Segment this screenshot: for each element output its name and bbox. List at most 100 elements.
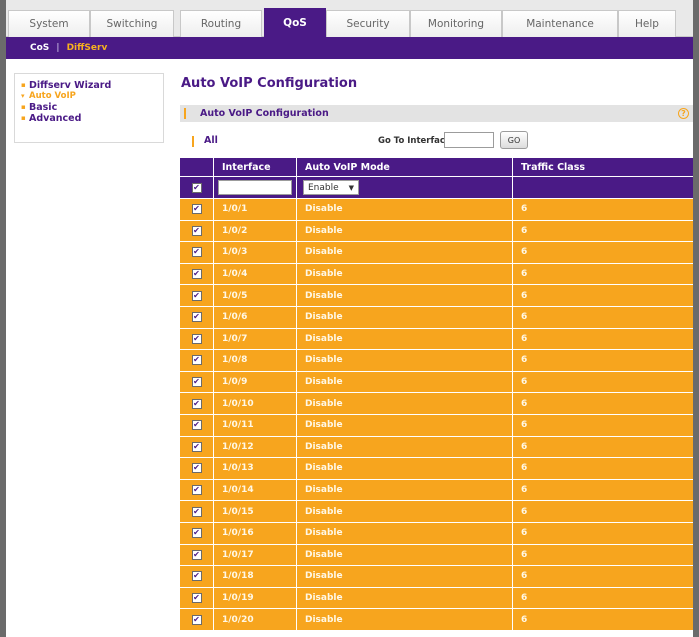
row-checkbox[interactable]: ✔ bbox=[191, 398, 202, 409]
row-check-cell: ✔ bbox=[180, 544, 214, 566]
header-accent-bar bbox=[184, 108, 186, 119]
table-row[interactable]: ✔ 1/0/1 Disable 6 bbox=[180, 198, 693, 220]
row-checkbox[interactable]: ✔ bbox=[191, 528, 202, 539]
row-checkbox[interactable]: ✔ bbox=[191, 247, 202, 258]
left-navigation: ▪ Diffserv Wizard ▾ Auto VoIP ▪ Basic ▪ … bbox=[14, 73, 164, 143]
row-checkbox[interactable]: ✔ bbox=[191, 441, 202, 452]
row-checkbox[interactable]: ✔ bbox=[191, 614, 202, 625]
row-check-cell: ✔ bbox=[180, 306, 214, 328]
interface-cell: 1/0/7 bbox=[214, 328, 297, 350]
table-row[interactable]: ✔ 1/0/10 Disable 6 bbox=[180, 392, 693, 414]
table-row[interactable]: ✔ 1/0/19 Disable 6 bbox=[180, 586, 693, 609]
table-body: ✔ 1/0/1 Disable 6 ✔ 1/0/2 Disable 6 ✔ 1/… bbox=[180, 198, 693, 630]
table-header-row: Interface Auto VoIP Mode Traffic Class bbox=[180, 158, 693, 176]
sidebar-item-label: Advanced bbox=[29, 113, 82, 124]
auto-voip-mode-cell: Disable bbox=[297, 371, 513, 393]
table-row[interactable]: ✔ 1/0/5 Disable 6 bbox=[180, 284, 693, 306]
row-check-cell: ✔ bbox=[180, 501, 214, 522]
header-auto-voip-mode: Auto VoIP Mode bbox=[297, 158, 513, 176]
all-label[interactable]: All bbox=[204, 135, 218, 146]
sidebar-item-basic[interactable]: ▪ Basic bbox=[21, 102, 157, 113]
table-row[interactable]: ✔ 1/0/2 Disable 6 bbox=[180, 219, 693, 242]
goto-interface-input[interactable] bbox=[444, 132, 494, 148]
filter-traffic-class-cell bbox=[513, 177, 693, 198]
row-checkbox[interactable]: ✔ bbox=[191, 290, 202, 301]
go-button[interactable]: GO bbox=[500, 131, 528, 149]
table-row[interactable]: ✔ 1/0/6 Disable 6 bbox=[180, 305, 693, 328]
row-check-cell: ✔ bbox=[180, 587, 214, 609]
row-checkbox[interactable]: ✔ bbox=[191, 355, 202, 366]
select-all-checkbox[interactable]: ✔ bbox=[191, 182, 202, 193]
tab-security[interactable]: Security bbox=[326, 10, 410, 37]
sidebar-item-advanced[interactable]: ▪ Advanced bbox=[21, 113, 157, 124]
auto-voip-mode-cell: Disable bbox=[297, 566, 513, 587]
traffic-class-cell: 6 bbox=[521, 204, 528, 215]
tab-system[interactable]: System bbox=[8, 10, 90, 37]
row-checkbox[interactable]: ✔ bbox=[191, 204, 202, 215]
table-row[interactable]: ✔ 1/0/3 Disable 6 bbox=[180, 241, 693, 263]
traffic-class-cell: 6 bbox=[521, 549, 528, 560]
auto-voip-mode-cell: Disable bbox=[297, 393, 513, 414]
row-checkbox[interactable]: ✔ bbox=[191, 269, 202, 280]
sidebar-item-diffserv-wizard[interactable]: ▪ Diffserv Wizard bbox=[21, 80, 157, 91]
row-checkbox[interactable]: ✔ bbox=[191, 463, 202, 474]
row-checkbox[interactable]: ✔ bbox=[191, 571, 202, 582]
bullet-icon: ▪ bbox=[21, 114, 26, 122]
tab-qos[interactable]: QoS bbox=[264, 8, 326, 37]
traffic-class-cell: 6 bbox=[521, 247, 528, 258]
auto-voip-mode-cell: Disable bbox=[297, 199, 513, 220]
table-row[interactable]: ✔ 1/0/20 Disable 6 bbox=[180, 608, 693, 630]
tab-maintenance[interactable]: Maintenance bbox=[502, 10, 618, 37]
row-checkbox[interactable]: ✔ bbox=[191, 420, 202, 431]
table-row[interactable]: ✔ 1/0/15 Disable 6 bbox=[180, 500, 693, 522]
interface-filter-input[interactable] bbox=[218, 180, 292, 195]
tab-switching[interactable]: Switching bbox=[90, 10, 174, 37]
table-row[interactable]: ✔ 1/0/4 Disable 6 bbox=[180, 262, 693, 285]
tab-monitoring[interactable]: Monitoring bbox=[410, 10, 502, 37]
traffic-class-cell: 6 bbox=[521, 398, 528, 409]
table-row[interactable]: ✔ 1/0/9 Disable 6 bbox=[180, 370, 693, 393]
row-checkbox[interactable]: ✔ bbox=[191, 592, 202, 603]
row-checkbox[interactable]: ✔ bbox=[191, 506, 202, 517]
auto-voip-mode-select[interactable]: Enable ▼ bbox=[303, 180, 359, 195]
table-row[interactable]: ✔ 1/0/17 Disable 6 bbox=[180, 543, 693, 566]
interface-cell: 1/0/11 bbox=[214, 414, 297, 436]
tab-help[interactable]: Help bbox=[618, 10, 676, 37]
interface-cell: 1/0/10 bbox=[214, 393, 297, 414]
row-check-cell: ✔ bbox=[180, 436, 214, 458]
table-row[interactable]: ✔ 1/0/12 Disable 6 bbox=[180, 435, 693, 458]
row-check-cell: ✔ bbox=[180, 609, 214, 630]
row-checkbox[interactable]: ✔ bbox=[191, 312, 202, 323]
auto-voip-mode-cell: Disable bbox=[297, 220, 513, 242]
table-row[interactable]: ✔ 1/0/8 Disable 6 bbox=[180, 349, 693, 371]
table-row[interactable]: ✔ 1/0/7 Disable 6 bbox=[180, 327, 693, 350]
subnav-diffserv-link[interactable]: DiffServ bbox=[67, 43, 108, 53]
auto-voip-mode-cell: Disable bbox=[297, 501, 513, 522]
table-row[interactable]: ✔ 1/0/18 Disable 6 bbox=[180, 565, 693, 587]
top-tab-bar: System Switching Routing QoS Security Mo… bbox=[6, 0, 693, 37]
tab-routing[interactable]: Routing bbox=[180, 10, 262, 37]
row-check-cell: ✔ bbox=[180, 263, 214, 285]
row-checkbox[interactable]: ✔ bbox=[191, 549, 202, 560]
help-icon[interactable]: ? bbox=[678, 108, 689, 119]
auto-voip-mode-cell: Disable bbox=[297, 414, 513, 436]
row-check-cell: ✔ bbox=[180, 393, 214, 414]
row-checkbox[interactable]: ✔ bbox=[191, 377, 202, 388]
row-check-cell: ✔ bbox=[180, 199, 214, 220]
expand-arrow-icon: ▾ bbox=[21, 92, 25, 100]
sidebar-item-auto-voip[interactable]: ▾ Auto VoIP bbox=[21, 91, 157, 102]
table-row[interactable]: ✔ 1/0/16 Disable 6 bbox=[180, 521, 693, 544]
traffic-class-cell: 6 bbox=[521, 463, 528, 474]
table-row[interactable]: ✔ 1/0/11 Disable 6 bbox=[180, 413, 693, 436]
row-checkbox[interactable]: ✔ bbox=[191, 333, 202, 344]
row-checkbox[interactable]: ✔ bbox=[191, 225, 202, 236]
row-check-cell: ✔ bbox=[180, 350, 214, 371]
interface-cell: 1/0/14 bbox=[214, 479, 297, 501]
table-row[interactable]: ✔ 1/0/14 Disable 6 bbox=[180, 478, 693, 501]
panel-header: Auto VoIP Configuration ? bbox=[180, 105, 693, 122]
table-row[interactable]: ✔ 1/0/13 Disable 6 bbox=[180, 457, 693, 479]
subnav-cos-link[interactable]: CoS bbox=[30, 43, 49, 53]
row-checkbox[interactable]: ✔ bbox=[191, 485, 202, 496]
auto-voip-mode-cell: Disable bbox=[297, 436, 513, 458]
row-check-cell: ✔ bbox=[180, 522, 214, 544]
